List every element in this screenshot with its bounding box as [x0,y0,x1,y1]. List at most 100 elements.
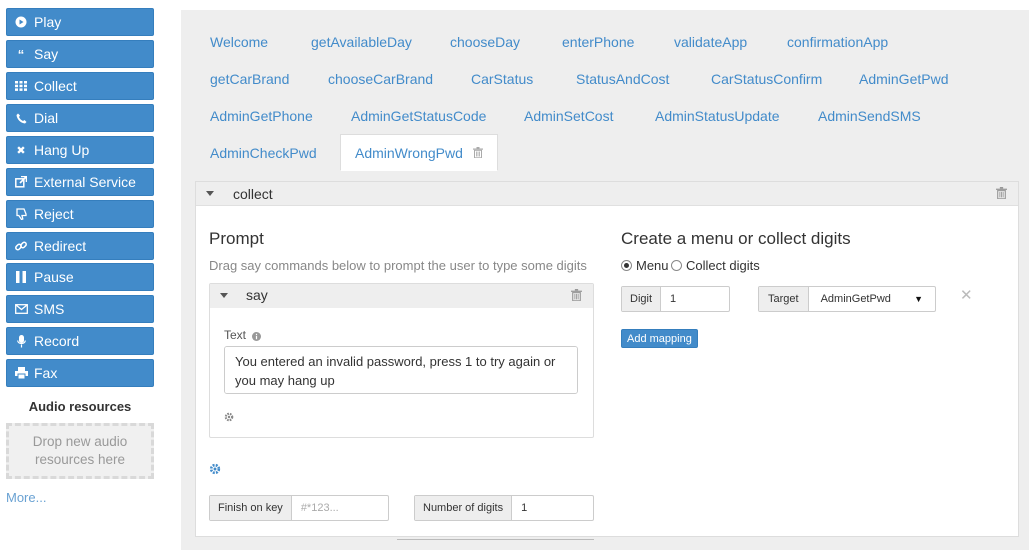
collect-label: Collect [34,78,77,94]
collapse-caret-icon[interactable] [206,191,214,196]
remove-mapping-icon[interactable]: ✕ [960,286,973,304]
tab-getcarbrand[interactable]: getCarBrand [210,71,289,87]
tab-validateapp[interactable]: validateApp [674,34,747,50]
dial-button[interactable]: Dial [6,104,154,132]
play-button[interactable]: Play [6,8,154,36]
target-select-value: AdminGetPwd [820,293,891,305]
link-icon [14,240,28,252]
more-link[interactable]: More... [6,490,46,505]
gear-icon[interactable] [209,463,221,478]
tab-carstatus[interactable]: CarStatus [471,71,533,87]
radio-menu-label: Menu [636,258,669,273]
info-icon [252,329,261,344]
prompt-description: Drag say commands below to prompt the us… [209,258,587,273]
tab-carstatusconfirm[interactable]: CarStatusConfirm [711,71,822,87]
finish-on-key-label: Finish on key [210,496,292,520]
pause-label: Pause [34,269,74,285]
say-title: say [246,287,268,303]
say-header[interactable]: say [210,284,593,308]
external-service-button[interactable]: External Service [6,168,154,196]
play-label: Play [34,14,62,30]
tab-chooseday[interactable]: chooseDay [450,34,520,50]
tab-statusandcost[interactable]: StatusAndCost [576,71,669,87]
tab-admingetpwd[interactable]: AdminGetPwd [859,71,948,87]
external-service-label: External Service [34,174,136,190]
dial-label: Dial [34,110,59,126]
sidebar: Play “ Say Collect Dial ✖ Hang Up Extern… [0,0,160,550]
sms-label: SMS [34,301,65,317]
tab-adminsendsms[interactable]: AdminSendSMS [818,108,921,124]
fax-label: Fax [34,365,58,381]
trash-icon[interactable] [472,147,483,158]
radio-collect-label: Collect digits [686,258,760,273]
tab-admincheckpwd[interactable]: AdminCheckPwd [210,145,317,161]
envelope-icon [14,304,28,314]
digit-group: Digit [621,286,730,312]
tab-confirmationapp[interactable]: confirmationApp [787,34,888,50]
grid-icon [14,81,28,91]
say-command-box: say Text You entered an invalid password… [209,283,594,438]
radio-collect-digits[interactable]: Collect digits [671,258,760,273]
number-of-digits-group: Number of digits [414,495,594,521]
record-button[interactable]: Record [6,327,154,355]
say-button[interactable]: “ Say [6,40,154,68]
redirect-label: Redirect [34,238,87,254]
add-mapping-button[interactable]: Add mapping [621,329,698,348]
app-root: Play “ Say Collect Dial ✖ Hang Up Extern… [0,0,1029,550]
number-of-digits-label: Number of digits [415,496,513,520]
collect-panel-header[interactable]: collect [196,182,1018,206]
gear-icon[interactable] [224,410,234,425]
reject-label: Reject [34,206,74,222]
tab-getavailableday[interactable]: getAvailableDay [311,34,412,50]
pause-button[interactable]: Pause [6,263,154,291]
radio-collect-dot[interactable] [671,260,682,271]
redirect-button[interactable]: Redirect [6,232,154,260]
radio-menu[interactable]: Menu [621,258,669,273]
trash-icon[interactable] [571,289,582,304]
reject-button[interactable]: Reject [6,200,154,228]
collect-panel: collect Prompt Drag say commands below t… [195,181,1019,537]
collect-button[interactable]: Collect [6,72,154,100]
tab-welcome[interactable]: Welcome [210,34,268,50]
target-group: Target AdminGetPwd ▼ [758,286,936,312]
fax-button[interactable]: Fax [6,359,154,387]
collapse-caret-icon[interactable] [220,293,228,298]
number-of-digits-input[interactable] [512,496,593,520]
tab-admingetstatuscode[interactable]: AdminGetStatusCode [351,108,486,124]
text-label: Text [224,328,247,342]
finish-on-key-input[interactable] [291,496,388,520]
audio-drop-zone[interactable]: Drop new audio resources here [6,423,154,479]
digit-label: Digit [622,287,662,311]
tab-adminwrongpwd-label: AdminWrongPwd [355,144,463,161]
radio-menu-dot[interactable] [621,260,632,271]
main-area: Welcome getAvailableDay chooseDay enterP… [181,10,1029,550]
audio-drop-text: Drop new audio resources here [32,434,128,467]
sms-button[interactable]: SMS [6,295,154,323]
divider [397,539,594,540]
play-icon [14,16,28,28]
hang-up-button[interactable]: ✖ Hang Up [6,136,154,164]
finish-on-key-group: Finish on key [209,495,389,521]
tab-choosecarbrand[interactable]: chooseCarBrand [328,71,433,87]
menu-title: Create a menu or collect digits [621,229,851,248]
tab-admingetphone[interactable]: AdminGetPhone [210,108,313,124]
tab-adminstatusupdate[interactable]: AdminStatusUpdate [655,108,780,124]
close-icon: ✖ [16,144,26,157]
tab-adminsetcost[interactable]: AdminSetCost [524,108,613,124]
pause-icon [14,271,28,283]
say-text-field[interactable]: You entered an invalid password, press 1… [224,346,578,394]
target-label: Target [759,287,809,311]
trash-icon[interactable] [996,187,1007,202]
prompt-title: Prompt [209,229,264,248]
target-select[interactable]: AdminGetPwd ▼ [809,287,935,311]
print-icon [14,367,28,379]
digit-input[interactable] [661,287,722,311]
caret-down-icon: ▼ [914,294,923,304]
tab-enterphone[interactable]: enterPhone [562,34,634,50]
quote-icon: “ [17,46,25,62]
microphone-icon [14,334,28,348]
tab-adminwrongpwd[interactable]: AdminWrongPwd [340,134,498,171]
thumbs-down-icon [14,208,28,220]
external-link-icon [14,176,28,188]
phone-icon [14,113,28,124]
